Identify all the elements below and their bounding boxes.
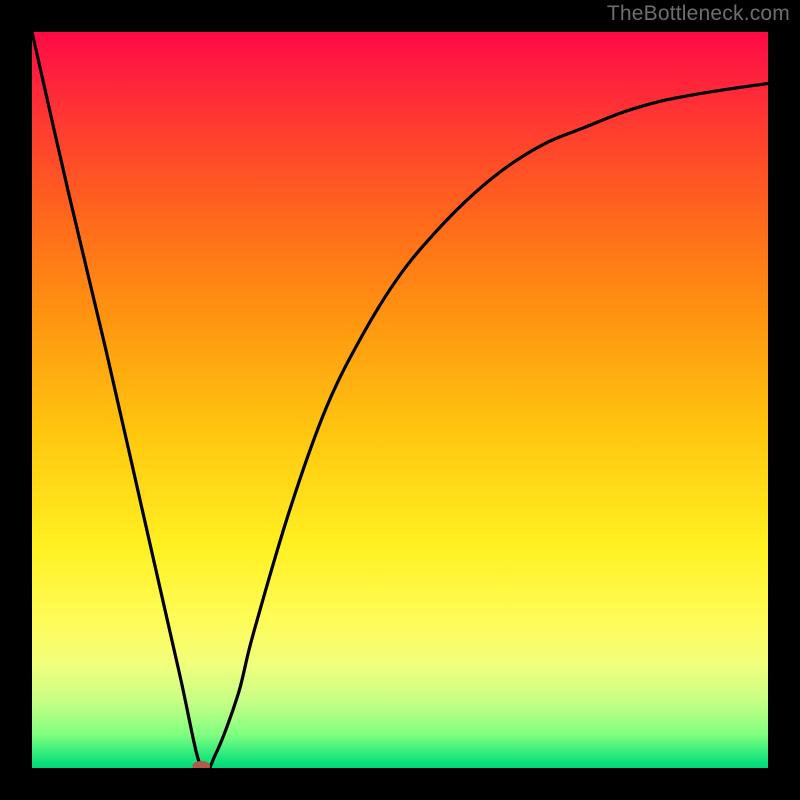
chart-frame: TheBottleneck.com: [0, 0, 800, 800]
chart-plot: [32, 32, 768, 768]
watermark-text: TheBottleneck.com: [607, 2, 790, 26]
gradient-background: [32, 32, 768, 768]
